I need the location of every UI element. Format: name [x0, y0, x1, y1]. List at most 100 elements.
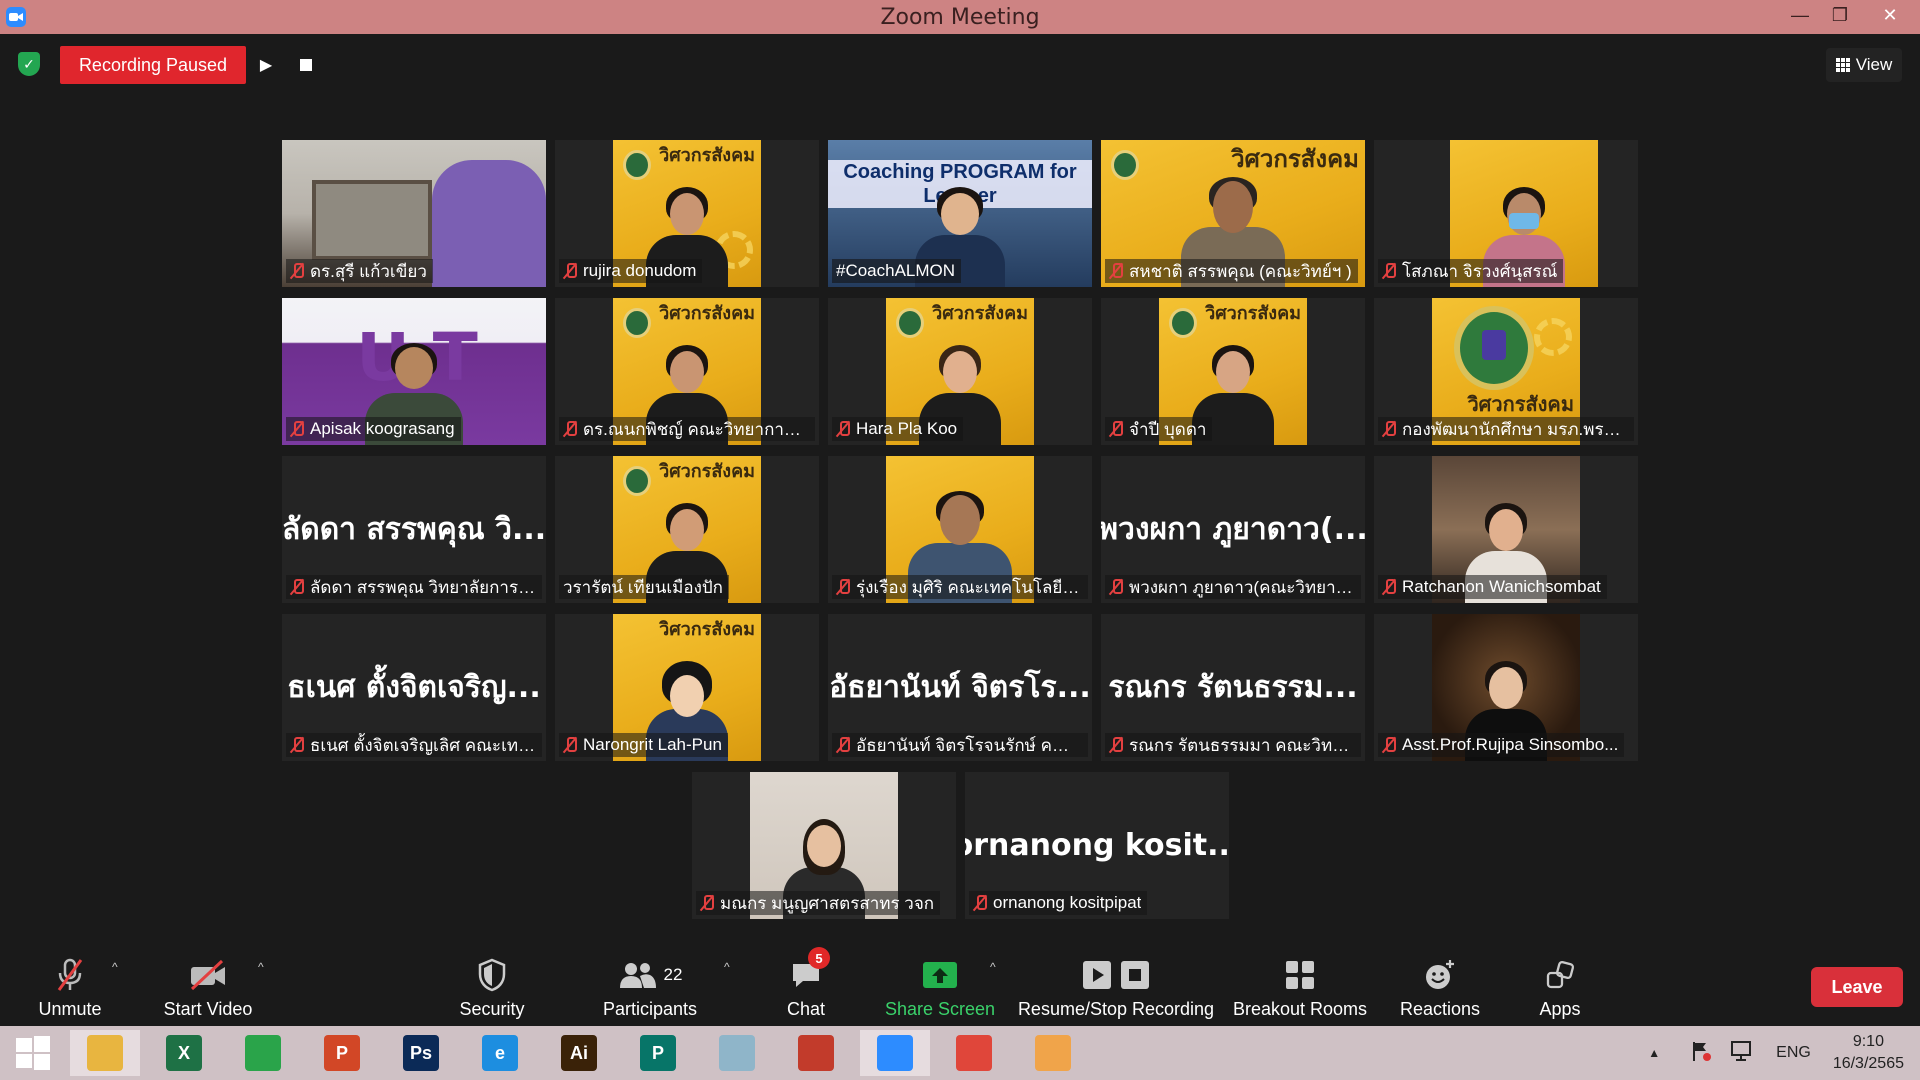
- university-logo: [1169, 308, 1197, 338]
- participant-name-label: สหชาติ สรรพคุณ (คณะวิทย์ฯ ): [1105, 259, 1358, 283]
- participant-tile[interactable]: อัธยานันท์ จิตรโร... อัธยานันท์ จิตรโรจน…: [828, 614, 1092, 761]
- close-window-button[interactable]: ✕: [1860, 0, 1920, 30]
- excel-taskbar-button[interactable]: X: [149, 1030, 219, 1076]
- participants-count: 22: [663, 965, 683, 984]
- participant-name-label: วรารัตน์ เทียนเมืองปัก: [559, 575, 729, 599]
- university-seal: [1454, 306, 1534, 390]
- breakout-rooms-label: Breakout Rooms: [1232, 999, 1368, 1019]
- participant-tile[interactable]: Asst.Prof.Rujipa Sinsombo...: [1374, 614, 1638, 761]
- mic-muted-icon: [1382, 736, 1396, 754]
- network-icon[interactable]: [1730, 1040, 1754, 1067]
- zoom-taskbar-button[interactable]: [860, 1030, 930, 1076]
- breakout-rooms-icon: [1284, 955, 1316, 995]
- photoscape-taskbar-button[interactable]: [781, 1030, 851, 1076]
- mic-muted-icon: [1382, 578, 1396, 596]
- paint-taskbar-button[interactable]: [1018, 1030, 1088, 1076]
- video-badge-text: วิศวกรสังคม: [1467, 392, 1574, 416]
- audio-options-caret[interactable]: ^: [112, 960, 118, 974]
- view-button[interactable]: View: [1826, 48, 1902, 82]
- zoom-app-icon: [6, 7, 26, 27]
- breakout-rooms-button[interactable]: Breakout Rooms: [1228, 950, 1372, 1026]
- photoscape-icon: [798, 1035, 834, 1071]
- participants-options-caret[interactable]: ^: [724, 960, 730, 974]
- powerpoint-taskbar-button[interactable]: P: [307, 1030, 377, 1076]
- participant-tile[interactable]: พวงผกา ภูยาดาว(... พวงผกา ภูยาดาว(คณะวิท…: [1101, 456, 1365, 603]
- video-badge-text: วิศวกรสังคม: [1205, 303, 1301, 324]
- participant-name-label: กองพัฒนานักศึกษา มรภ.พระนคร: [1378, 417, 1634, 441]
- participant-tile[interactable]: วิศวกรสังคม rujira donudom: [555, 140, 819, 287]
- mic-muted-icon: [1109, 736, 1123, 754]
- stop-recording-button[interactable]: [290, 46, 322, 84]
- file-explorer-taskbar-button[interactable]: [70, 1030, 140, 1076]
- internet-explorer-taskbar-button[interactable]: e: [465, 1030, 535, 1076]
- notepad-taskbar-button[interactable]: [702, 1030, 772, 1076]
- gear-graphic: [1534, 318, 1572, 356]
- participant-tile[interactable]: วิศวกรสังคม Narongrit Lah-Pun: [555, 614, 819, 761]
- action-center-flag-icon[interactable]: [1690, 1040, 1712, 1067]
- mic-muted-icon: [836, 578, 850, 596]
- start-video-button[interactable]: Start Video: [158, 950, 258, 1026]
- mic-muted-icon: [563, 262, 577, 280]
- reactions-button[interactable]: Reactions: [1392, 950, 1488, 1026]
- leave-meeting-button[interactable]: Leave: [1811, 967, 1903, 1007]
- file-explorer-icon: [87, 1035, 123, 1071]
- participant-tile[interactable]: รณกร รัตนธรรม... รณกร รัตนธรรมมา คณะวิทย…: [1101, 614, 1365, 761]
- participant-tile[interactable]: มณกร มนูญศาสตรสาทร วจก: [692, 772, 956, 919]
- participant-tile[interactable]: Ratchanon Wanichsombat: [1374, 456, 1638, 603]
- share-screen-button[interactable]: Share Screen: [880, 950, 1000, 1026]
- participants-icon: 22: [618, 955, 683, 995]
- publisher-taskbar-button[interactable]: P: [623, 1030, 693, 1076]
- illustrator-taskbar-button[interactable]: Ai: [544, 1030, 614, 1076]
- participant-name-label: Apisak koograsang: [286, 417, 461, 441]
- participant-name-label: ธเนศ ตั้งจิตเจริญเลิศ คณะเทคโน...: [286, 733, 542, 757]
- participant-tile[interactable]: วิศวกรสังคม Hara Pla Koo: [828, 298, 1092, 445]
- restore-button[interactable]: ❐: [1820, 0, 1860, 30]
- university-logo: [623, 466, 651, 496]
- participants-button[interactable]: 22 Participants: [600, 950, 700, 1026]
- chrome-taskbar-button[interactable]: [939, 1030, 1009, 1076]
- security-button[interactable]: Security: [452, 950, 532, 1026]
- video-options-caret[interactable]: ^: [258, 960, 264, 974]
- participant-name-label: พวงผกา ภูยาดาว(คณะวิทยาศา...: [1105, 575, 1361, 599]
- show-hidden-icons-button[interactable]: ▲: [1648, 1046, 1660, 1060]
- participant-tile[interactable]: ดร.สุรี แก้วเขียว: [282, 140, 546, 287]
- participant-tile[interactable]: ลัดดา สรรพคุณ วิ... ลัดดา สรรพคุณ วิทยาล…: [282, 456, 546, 603]
- notepad-icon: [719, 1035, 755, 1071]
- store-taskbar-button[interactable]: [228, 1030, 298, 1076]
- participant-tile[interactable]: ธเนศ ตั้งจิตเจริญ... ธเนศ ตั้งจิตเจริญเล…: [282, 614, 546, 761]
- store-icon: [245, 1035, 281, 1071]
- participant-tile[interactable]: U T Apisak koograsang: [282, 298, 546, 445]
- view-label: View: [1855, 55, 1893, 74]
- input-language[interactable]: ENG: [1776, 1044, 1811, 1062]
- taskbar-clock[interactable]: 9:10 16/3/2565: [1833, 1031, 1904, 1075]
- apps-button[interactable]: Apps: [1528, 950, 1592, 1026]
- minimize-button[interactable]: —: [1780, 0, 1820, 30]
- resume-recording-button[interactable]: ▶: [250, 46, 282, 84]
- active-speaker-tile[interactable]: Coaching PROGRAM for Learner #CoachALMON: [828, 140, 1092, 287]
- chat-unread-badge: 5: [808, 947, 830, 969]
- participant-tile[interactable]: วิศวกรสังคม จำปี บุดดา: [1101, 298, 1365, 445]
- participant-name-label: Narongrit Lah-Pun: [559, 733, 728, 757]
- participant-tile[interactable]: รุ่งเรือง มุศิริ คณะเทคโนโลยีอุตส...: [828, 456, 1092, 603]
- participant-tile[interactable]: วิศวกรสังคม วรารัตน์ เทียนเมืองปัก: [555, 456, 819, 603]
- paint-icon: [1035, 1035, 1071, 1071]
- windows-start-button[interactable]: [0, 1030, 66, 1076]
- participant-tile[interactable]: วิศวกรสังคม ดร.ณนกพิชญ์ คณะวิทยาการจัด..…: [555, 298, 819, 445]
- participant-tile[interactable]: ornanong kosit... ornanong kositpipat: [965, 772, 1229, 919]
- participant-tile[interactable]: วิศวกรสังคม กองพัฒนานักศึกษา มรภ.พระนคร: [1374, 298, 1638, 445]
- participant-tile[interactable]: วิศวกรสังคม สหชาติ สรรพคุณ (คณะวิทย์ฯ ): [1101, 140, 1365, 287]
- participant-name-label: rujira donudom: [559, 259, 703, 283]
- encryption-shield-icon[interactable]: ✓: [18, 52, 40, 76]
- chat-button[interactable]: 5 Chat: [776, 947, 836, 1026]
- resume-stop-recording-button[interactable]: Resume/Stop Recording: [1016, 950, 1216, 1026]
- video-badge-text: วิศวกรสังคม: [659, 619, 755, 640]
- participant-tile[interactable]: โสภณา จิรวงศ์นุสรณ์: [1374, 140, 1638, 287]
- unmute-button[interactable]: Unmute: [28, 950, 112, 1026]
- apps-icon: [1545, 955, 1575, 995]
- mic-muted-icon: [836, 736, 850, 754]
- chrome-icon: [956, 1035, 992, 1071]
- recording-status: Recording Paused: [60, 46, 246, 84]
- photoshop-taskbar-button[interactable]: Ps: [386, 1030, 456, 1076]
- video-badge-text: วิศวกรสังคม: [932, 303, 1028, 324]
- share-options-caret[interactable]: ^: [990, 960, 996, 974]
